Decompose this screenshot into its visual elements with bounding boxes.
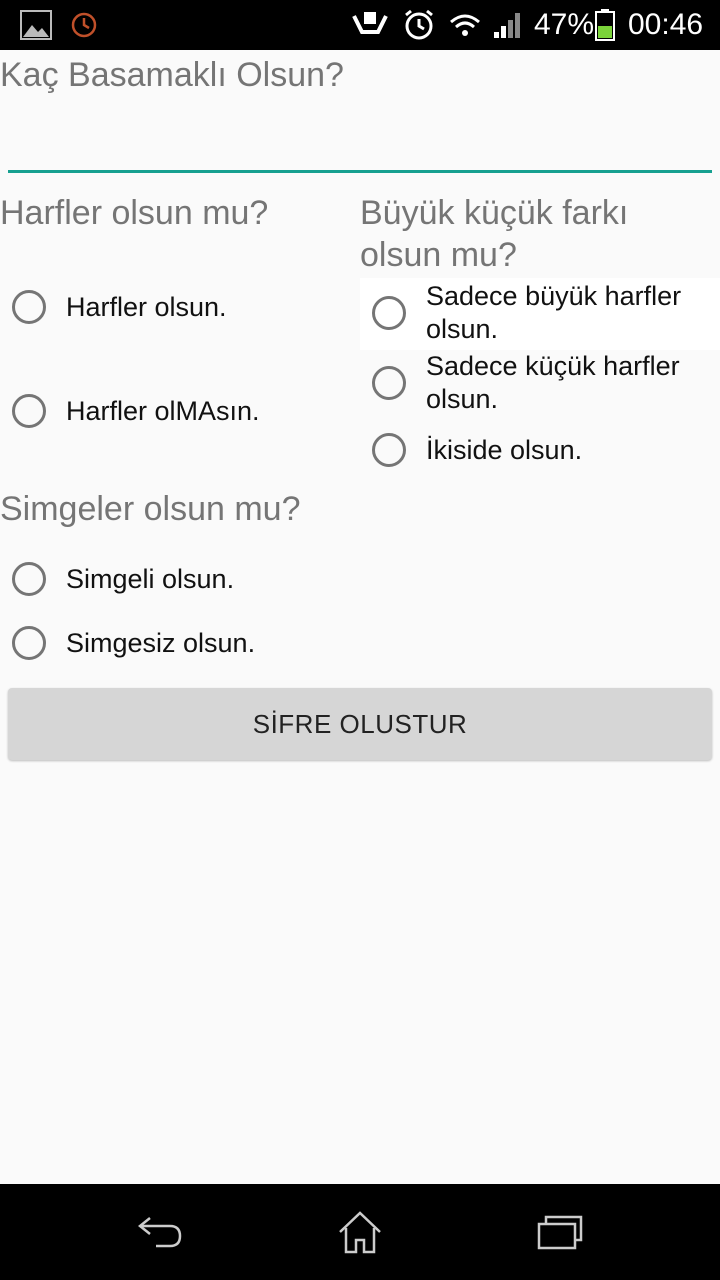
- radio-label: Sadece büyük harfler olsun.: [426, 281, 682, 344]
- radio-symbols-no[interactable]: Simgesiz olsun.: [12, 626, 255, 660]
- letters-label: Harfler olsun mu?: [0, 194, 269, 232]
- case-label: Büyük küçük farkı olsun mu?: [360, 192, 628, 276]
- radio-label: Harfler olsun.: [66, 291, 227, 322]
- digits-input-underline: [8, 170, 712, 173]
- radio-label: Sadece küçük harfler olsun.: [426, 351, 680, 414]
- radio-circle-icon: [372, 433, 406, 467]
- image-icon: [20, 0, 52, 50]
- radio-circle-icon: [12, 394, 46, 428]
- radio-circle-icon: [372, 366, 406, 400]
- navigation-bar: [0, 1184, 720, 1280]
- radio-lowercase-only[interactable]: Sadece küçük harfler olsun.: [372, 350, 680, 416]
- radio-letters-yes[interactable]: Harfler olsun.: [12, 290, 227, 324]
- back-icon[interactable]: [100, 1184, 220, 1280]
- radio-circle-icon: [372, 296, 406, 330]
- main-content: Kaç Basamaklı Olsun? Harfler olsun mu? H…: [0, 50, 720, 1184]
- case-label-line2: olsun mu?: [360, 236, 517, 274]
- home-icon[interactable]: [300, 1184, 420, 1280]
- radio-label: İkiside olsun.: [426, 434, 583, 465]
- radio-circle-icon: [12, 626, 46, 660]
- radio-circle-icon: [12, 562, 46, 596]
- hands-icon: [352, 0, 388, 50]
- radio-label: Simgesiz olsun.: [66, 627, 256, 658]
- radio-label: Harfler olMAsın.: [66, 395, 260, 426]
- digits-label: Kaç Basamaklı Olsun?: [0, 56, 344, 94]
- radio-circle-icon: [12, 290, 46, 324]
- radio-symbols-yes[interactable]: Simgeli olsun.: [12, 562, 234, 596]
- status-bar: 47% 00:46: [0, 0, 720, 50]
- wifi-icon: [448, 0, 482, 50]
- digits-input[interactable]: [8, 110, 712, 170]
- alarm-icon: [402, 0, 436, 50]
- signal-icon: [492, 0, 524, 50]
- radio-both-cases[interactable]: İkiside olsun.: [372, 433, 582, 467]
- generate-password-button[interactable]: SİFRE OLUSTUR: [8, 688, 712, 760]
- recents-icon[interactable]: [500, 1184, 620, 1280]
- radio-letters-no[interactable]: Harfler olMAsın.: [12, 394, 260, 428]
- radio-label: Simgeli olsun.: [66, 563, 235, 594]
- clock-time: 00:46: [628, 8, 704, 41]
- symbols-label: Simgeler olsun mu?: [0, 490, 301, 528]
- case-label-line1: Büyük küçük farkı: [360, 194, 629, 232]
- battery-percent: 47%: [534, 8, 595, 41]
- radio-uppercase-only[interactable]: Sadece büyük harfler olsun.: [372, 280, 681, 346]
- alarm-clock-icon: [70, 0, 98, 50]
- battery-icon: [594, 0, 616, 50]
